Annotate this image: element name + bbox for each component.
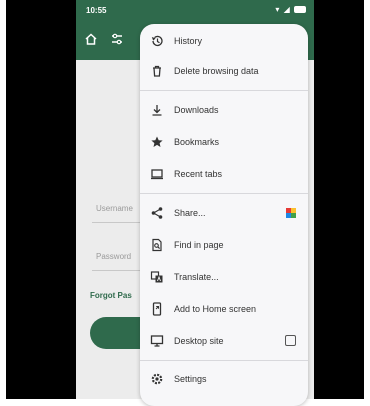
screenshot-frame: 10:55 ▾ ◢ Username Password Forgot Pas H… [0,0,370,406]
menu-item-label: Desktop site [174,336,224,346]
menu-item-label: Recent tabs [174,169,223,179]
menu-item-desktop-site[interactable]: Desktop site [140,328,308,356]
menu-item-label: Delete browsing data [174,66,259,76]
wifi-icon: ▾ [275,5,281,14]
menu-item-label: Downloads [174,105,219,115]
history-icon [151,35,163,47]
username-placeholder: Username [96,204,133,213]
menu-divider [140,193,308,194]
desktop-site-checkbox[interactable] [285,335,296,346]
star-icon [151,136,163,147]
left-letterbox [6,0,76,399]
download-icon [152,105,162,116]
gear-icon [151,373,163,385]
menu-item-bookmarks[interactable]: Bookmarks [140,129,308,157]
menu-item-label: Settings [174,374,207,384]
menu-item-label: Find in page [174,240,224,250]
menu-item-translate[interactable]: Translate... [140,264,308,292]
menu-item-share[interactable]: Share... [140,200,308,228]
browser-overflow-menu: History Delete browsing data Downloads B… [140,24,308,406]
menu-item-label: Add to Home screen [174,304,257,314]
menu-item-label: Bookmarks [174,137,220,147]
battery-icon [294,6,306,14]
menu-item-settings[interactable]: Settings [140,366,308,394]
menu-item-label: Translate... [174,272,219,282]
menu-item-label: History [174,36,203,46]
home-icon[interactable] [84,32,98,46]
trash-icon [153,65,161,77]
status-bar: 10:55 ▾ ◢ [76,0,314,22]
menu-item-history[interactable]: History [140,28,308,56]
menu-item-find-in-page[interactable]: Find in page [140,232,308,260]
recent-tabs-icon [151,169,163,180]
forgot-password-link[interactable]: Forgot Pas [90,291,132,300]
password-placeholder: Password [96,252,132,261]
desktop-icon [150,335,164,347]
menu-item-downloads[interactable]: Downloads [140,97,308,125]
share-icon [151,207,163,219]
site-settings-icon[interactable] [110,32,124,46]
status-time: 10:55 [86,6,107,15]
menu-divider [140,360,308,361]
menu-item-recent-tabs[interactable]: Recent tabs [140,161,308,189]
add-to-home-icon [152,302,162,316]
menu-divider [140,90,308,91]
right-letterbox [314,0,364,399]
menu-item-label: Share... [174,208,206,218]
status-icons: ▾ ◢ [275,5,306,14]
menu-item-delete-browsing-data[interactable]: Delete browsing data [140,58,308,86]
menu-item-add-to-home-screen[interactable]: Add to Home screen [140,296,308,324]
signal-icon: ◢ [283,5,291,14]
find-in-page-icon [152,238,162,252]
share-target-app-icon[interactable] [286,208,296,218]
translate-icon [150,271,163,283]
